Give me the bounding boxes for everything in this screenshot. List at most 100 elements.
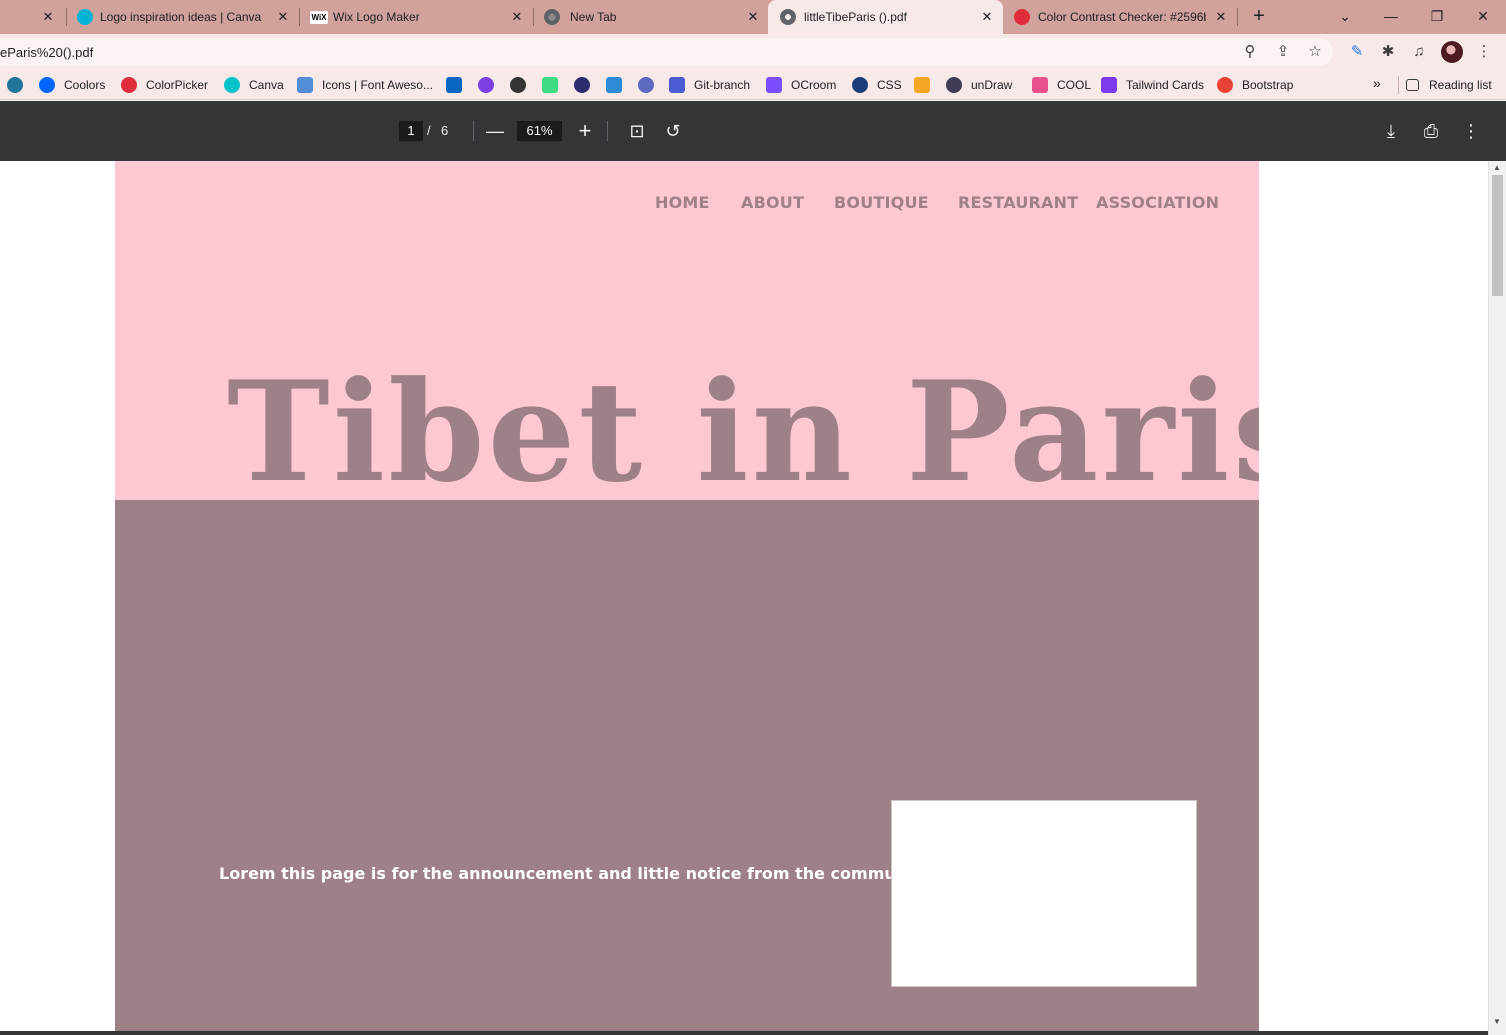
wix-icon: WiX bbox=[310, 11, 328, 24]
close-icon[interactable]: ✕ bbox=[39, 8, 57, 26]
close-icon[interactable]: ✕ bbox=[744, 8, 762, 26]
bookmark-upwork[interactable] bbox=[478, 76, 503, 94]
window-close-icon[interactable]: ✕ bbox=[1463, 4, 1503, 28]
bookmark-wordpress[interactable] bbox=[7, 76, 32, 94]
bookmark-coolors[interactable]: Coolors bbox=[39, 76, 105, 94]
bookmark-android[interactable] bbox=[542, 76, 567, 94]
page-number-input[interactable]: 1 bbox=[399, 121, 423, 141]
announcement-text: Lorem this page is for the announcement … bbox=[219, 864, 931, 883]
css-icon bbox=[852, 77, 868, 93]
hero-title: Tibet in Paris bbox=[227, 350, 1259, 501]
colorpicker-icon bbox=[1014, 9, 1030, 25]
chrome-menu-icon[interactable]: ⋮ bbox=[1474, 42, 1494, 62]
bookmark-tailwind-cards[interactable]: Tailwind Cards bbox=[1101, 76, 1204, 94]
cool-icon bbox=[1032, 77, 1048, 93]
pdf-page: HOME ABOUT BOUTIQUE RESTAURANT ASSOCIATI… bbox=[115, 161, 1259, 1035]
address-bar[interactable]: eParis%20().pdf ⚲ ⇪ ☆ bbox=[0, 38, 1333, 66]
canva-icon bbox=[224, 77, 240, 93]
canva-icon bbox=[77, 9, 93, 25]
bookmark-github[interactable] bbox=[510, 76, 535, 94]
google-icon bbox=[1217, 77, 1233, 93]
url-text[interactable]: eParis%20().pdf bbox=[0, 45, 93, 60]
bookmark-label: unDraw bbox=[971, 78, 1013, 92]
bookmark-label: Canva bbox=[249, 78, 284, 92]
more-bookmarks-button[interactable]: » bbox=[1373, 75, 1381, 91]
bookmarks-bar: Coolors ColorPicker Canva Icons | Font A… bbox=[0, 70, 1506, 100]
print-icon[interactable]: ⎙ bbox=[1420, 120, 1442, 142]
app-icon bbox=[606, 77, 622, 93]
download-icon[interactable]: ⤓ bbox=[1380, 120, 1402, 142]
nav-association: ASSOCIATION bbox=[1096, 193, 1220, 212]
zoom-in-icon[interactable]: + bbox=[574, 120, 596, 142]
eyedropper-extension-icon[interactable]: ✎ bbox=[1347, 42, 1367, 62]
star-icon[interactable]: ☆ bbox=[1306, 43, 1324, 61]
extensions-icon[interactable]: ✱ bbox=[1378, 42, 1398, 62]
bookmark-cool[interactable]: COOL bbox=[1032, 76, 1091, 94]
tab-0[interactable]: ✕ bbox=[0, 0, 66, 34]
scroll-up-icon[interactable]: ▲ bbox=[1493, 163, 1501, 172]
scrollbar-thumb[interactable] bbox=[1492, 175, 1503, 296]
bookmark-colorpicker[interactable]: ColorPicker bbox=[121, 76, 208, 94]
bookmark-label: Git-branch bbox=[694, 78, 751, 92]
image-placeholder bbox=[891, 800, 1197, 987]
bookmark-app[interactable] bbox=[606, 76, 631, 94]
nav-restaurant: RESTAURANT bbox=[958, 193, 1079, 212]
zoom-icon[interactable]: ⚲ bbox=[1241, 43, 1259, 61]
pdf-toolbar: 1 / 6 — 61% + ⊡ ↺ ⤓ ⎙ ⋮ bbox=[0, 101, 1506, 161]
w-icon bbox=[914, 77, 930, 93]
bookmark-cssbuddy[interactable] bbox=[574, 76, 599, 94]
hero-pink-band: HOME ABOUT BOUTIQUE RESTAURANT ASSOCIATI… bbox=[115, 161, 1259, 500]
tab-pdf[interactable]: littleTibeParis ().pdf ✕ bbox=[768, 0, 1003, 34]
close-icon[interactable]: ✕ bbox=[274, 8, 292, 26]
close-icon[interactable]: ✕ bbox=[1212, 8, 1230, 26]
nav-home: HOME bbox=[655, 193, 710, 212]
bookmark-fontawesome[interactable]: Icons | Font Aweso... bbox=[297, 76, 433, 94]
colorpicker-icon bbox=[121, 77, 137, 93]
bookmark-wordpress-alt[interactable] bbox=[638, 76, 663, 94]
zoom-level-input[interactable]: 61% bbox=[517, 121, 562, 141]
close-icon[interactable]: ✕ bbox=[978, 8, 996, 26]
bookmark-css[interactable]: CSS bbox=[852, 76, 902, 94]
tab-canva[interactable]: Logo inspiration ideas | Canva ✕ bbox=[66, 0, 299, 34]
vertical-scrollbar[interactable]: ▲ ▼ bbox=[1488, 161, 1506, 1035]
restore-icon[interactable]: ❐ bbox=[1417, 4, 1457, 28]
share-icon[interactable]: ⇪ bbox=[1274, 43, 1292, 61]
rotate-icon[interactable]: ↺ bbox=[662, 120, 684, 142]
tab-contrast[interactable]: Color Contrast Checker: #2596b ✕ bbox=[1004, 0, 1236, 34]
scroll-down-icon[interactable]: ▼ bbox=[1493, 1017, 1501, 1026]
vue-icon bbox=[1101, 77, 1117, 93]
new-tab-button[interactable]: + bbox=[1248, 6, 1270, 28]
profile-avatar[interactable] bbox=[1441, 41, 1463, 63]
page-separator: / bbox=[427, 123, 431, 138]
pdf-viewer[interactable]: HOME ABOUT BOUTIQUE RESTAURANT ASSOCIATI… bbox=[0, 161, 1488, 1035]
toolbar-divider bbox=[473, 121, 474, 141]
bookmark-ocroom[interactable]: OCroom bbox=[766, 76, 836, 94]
bookmark-bootstrap[interactable]: Bootstrap bbox=[1217, 76, 1293, 94]
tab-title: Wix Logo Maker bbox=[333, 10, 420, 24]
reading-list-button[interactable]: Reading list bbox=[1406, 76, 1492, 94]
globe-icon bbox=[780, 9, 796, 25]
minimize-icon[interactable]: — bbox=[1371, 4, 1411, 28]
more-actions-icon[interactable]: ⋮ bbox=[1460, 120, 1482, 142]
bookmark-label: COOL bbox=[1057, 78, 1092, 92]
bookmark-w[interactable] bbox=[914, 76, 939, 94]
bookmark-linkedin[interactable] bbox=[446, 76, 471, 94]
tab-wix[interactable]: WiX Wix Logo Maker ✕ bbox=[299, 0, 533, 34]
total-pages: 6 bbox=[441, 123, 449, 138]
fit-to-page-icon[interactable]: ⊡ bbox=[626, 120, 648, 142]
tab-search-icon[interactable]: ⌄ bbox=[1325, 4, 1365, 28]
browser-toolbar: eParis%20().pdf ⚲ ⇪ ☆ ✎ ✱ ♫ ⋮ bbox=[0, 34, 1506, 70]
bookmark-git-branch[interactable]: Git-branch bbox=[669, 76, 750, 94]
upwork-icon bbox=[478, 77, 494, 93]
tab-title: littleTibeParis ().pdf bbox=[804, 10, 907, 24]
reading-list-label: Reading list bbox=[1429, 78, 1492, 92]
cssbuddy-icon bbox=[574, 77, 590, 93]
media-control-icon[interactable]: ♫ bbox=[1409, 42, 1429, 62]
bookmark-canva[interactable]: Canva bbox=[224, 76, 284, 94]
close-icon[interactable]: ✕ bbox=[508, 8, 526, 26]
nav-boutique: BOUTIQUE bbox=[834, 193, 929, 212]
tab-new[interactable]: New Tab ✕ bbox=[533, 0, 767, 34]
zoom-out-icon[interactable]: — bbox=[484, 120, 506, 142]
tab-divider bbox=[1237, 8, 1238, 26]
bookmark-undraw[interactable]: unDraw bbox=[946, 76, 1012, 94]
